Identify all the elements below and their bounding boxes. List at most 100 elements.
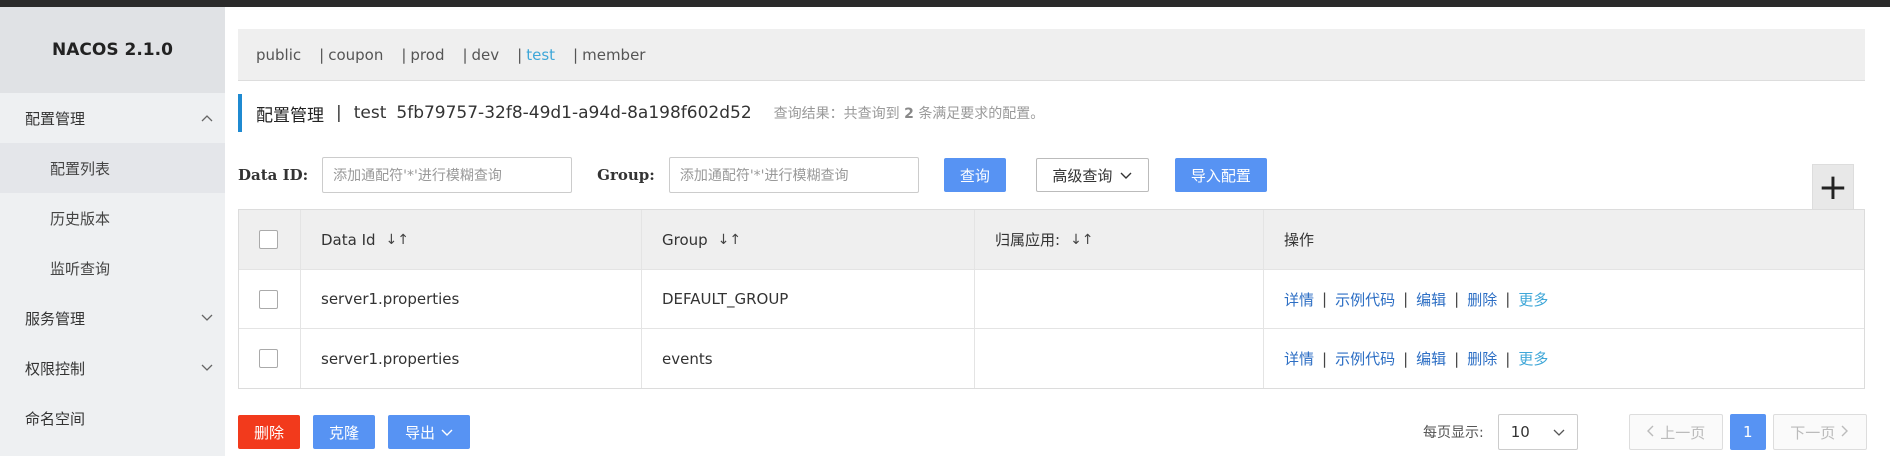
column-label: Data Id [321,230,376,249]
sort-icon[interactable]: ↓↑ [1070,232,1093,248]
table-header: Data Id ↓↑ Group ↓↑ 归属应用: ↓↑ 操作 [239,210,1864,270]
page-number-1[interactable]: 1 [1729,414,1766,450]
action-separator: | [1505,290,1511,308]
detail-link[interactable]: 详情 [1284,348,1314,369]
sidebar-item-label: 权限控制 [25,359,86,378]
namespace-tab-coupon[interactable]: coupon [328,46,383,64]
action-separator: | [1454,349,1460,368]
namespace-separator: | [319,45,325,64]
brand-logo: NACOS 2.1.0 [0,7,225,93]
action-separator: | [1322,349,1328,368]
query-result-text: 查询结果：共查询到 2 条满足要求的配置。 [774,103,1045,123]
edit-link[interactable]: 编辑 [1416,348,1446,369]
sidebar-item-label: 命名空间 [25,409,86,428]
row-checkbox-cell [239,270,301,328]
query-button[interactable]: 查询 [943,158,1006,192]
prev-page-button[interactable]: 上一页 [1628,414,1723,450]
result-count: 2 [904,106,914,122]
page-size-select[interactable]: 10 [1497,414,1578,450]
action-separator: | [1322,290,1328,308]
sidebar-item-auth-control[interactable]: 权限控制 [0,343,225,393]
sort-icon[interactable]: ↓↑ [386,232,409,248]
filter-bar: Data ID: 添加通配符'*'进行模糊查询 Group: 添加通配符'*'进… [238,157,1267,193]
sidebar: NACOS 2.1.0 配置管理 配置列表 历史版本 监听查询 服务管理 权限控… [0,7,225,456]
chevron-down-icon [201,361,213,375]
clone-button[interactable]: 克隆 [313,415,375,449]
page-size-label: 每页显示: [1423,425,1484,441]
header-separator: | [336,103,342,123]
delete-link[interactable]: 删除 [1467,348,1497,369]
chevron-down-icon [1553,423,1565,441]
cell-group: DEFAULT_GROUP [642,270,975,328]
sample-code-link[interactable]: 示例代码 [1335,348,1395,369]
namespace-id: 5fb79757-32f8-49d1-a94d-8a198f602d52 [396,103,752,123]
bulk-delete-button[interactable]: 删除 [238,415,300,449]
cell-data-id: server1.properties [301,270,642,328]
action-separator: | [1403,290,1409,308]
next-page-label: 下一页 [1790,423,1836,442]
more-link[interactable]: 更多 [1518,348,1548,369]
main-content: public | coupon | prod | dev | test | me… [225,7,1890,456]
edit-link[interactable]: 编辑 [1416,289,1446,310]
data-id-label: Data ID: [238,166,309,184]
page-header: 配置管理 | test 5fb79757-32f8-49d1-a94d-8a19… [238,94,1044,132]
group-input[interactable]: 添加通配符'*'进行模糊查询 [668,157,919,193]
namespace-separator: | [462,45,468,64]
namespace-tab-test[interactable]: test [526,46,555,64]
page-size-value: 10 [1510,423,1530,441]
sidebar-item-listen-query[interactable]: 监听查询 [0,243,225,293]
advanced-query-button[interactable]: 高级查询 [1035,158,1149,192]
result-suffix: 条满足要求的配置。 [918,106,1045,122]
result-prefix: 查询结果：共查询到 [773,106,900,122]
namespace-tab-member[interactable]: member [582,46,645,64]
namespace-tab-dev[interactable]: dev [472,46,500,64]
chevron-left-icon [1646,423,1654,441]
namespace-tab-public[interactable]: public [256,46,301,64]
row-checkbox[interactable] [259,349,278,368]
sidebar-item-namespace[interactable]: 命名空间 [0,393,225,443]
column-header-actions: 操作 [1264,210,1864,269]
cell-group: events [642,329,975,388]
add-config-button[interactable]: + [1812,164,1854,210]
select-all-checkbox[interactable] [259,230,278,249]
sample-code-link[interactable]: 示例代码 [1335,289,1395,310]
chevron-down-icon [1120,166,1132,184]
chevron-down-icon [441,423,453,441]
export-label: 导出 [404,423,435,442]
cell-app [975,270,1264,328]
sidebar-item-history[interactable]: 历史版本 [0,193,225,243]
namespace-separator: | [517,45,523,64]
detail-link[interactable]: 详情 [1284,289,1314,310]
row-checkbox[interactable] [259,289,278,309]
cell-data-id: server1.properties [301,329,642,388]
chevron-right-icon [1841,423,1849,441]
export-button[interactable]: 导出 [388,415,470,449]
prev-page-label: 上一页 [1660,423,1706,442]
sidebar-item-config-mgmt[interactable]: 配置管理 [0,93,225,143]
column-label: 操作 [1284,231,1315,249]
more-link[interactable]: 更多 [1518,289,1548,310]
sidebar-item-label: 服务管理 [25,309,86,328]
namespace-name: test [353,103,387,123]
sidebar-item-service-mgmt[interactable]: 服务管理 [0,293,225,343]
cell-app [975,329,1264,388]
delete-link[interactable]: 删除 [1467,289,1497,310]
data-id-input[interactable]: 添加通配符'*'进行模糊查询 [322,157,573,193]
advanced-query-label: 高级查询 [1052,166,1113,185]
bulk-actions: 删除 克隆 导出 [238,414,470,450]
top-bar [0,0,1890,7]
cell-actions: 详情 | 示例代码 | 编辑 | 删除 | 更多 [1264,270,1864,328]
cell-actions: 详情 | 示例代码 | 编辑 | 删除 | 更多 [1264,329,1864,388]
row-checkbox-cell [239,329,301,388]
header-checkbox-cell [239,210,301,269]
column-header-data-id: Data Id ↓↑ [301,210,642,269]
sidebar-item-config-list[interactable]: 配置列表 [0,143,225,193]
sort-icon[interactable]: ↓↑ [718,232,741,248]
next-page-button[interactable]: 下一页 [1772,414,1867,450]
page-title: 配置管理 [256,105,324,126]
chevron-down-icon [201,311,213,325]
group-label: Group: [597,166,655,184]
namespace-tab-prod[interactable]: prod [410,46,444,64]
sidebar-item-label: 配置管理 [25,109,86,128]
import-config-button[interactable]: 导入配置 [1174,158,1267,192]
